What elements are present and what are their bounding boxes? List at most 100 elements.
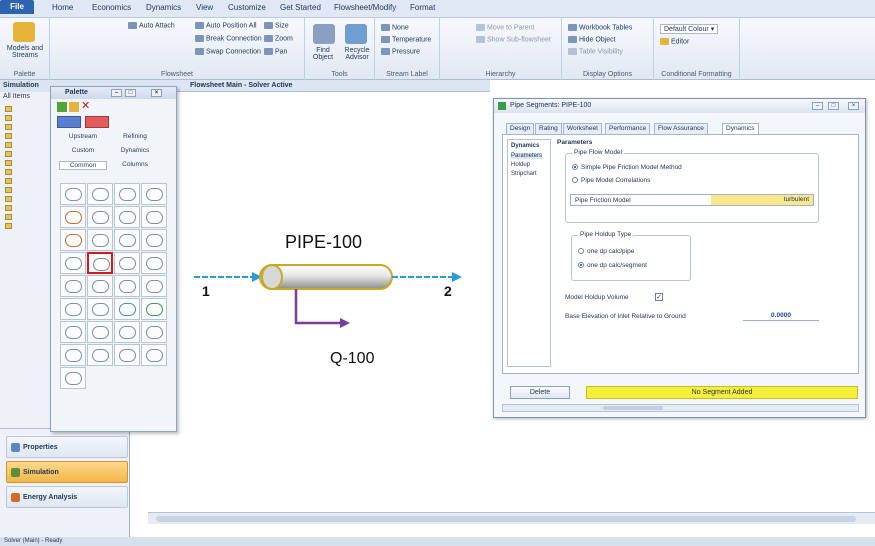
friction-model-dropdown[interactable]: turbulent (711, 195, 813, 205)
minimize-icon[interactable]: – (111, 89, 122, 97)
tab-view[interactable]: View (196, 3, 213, 12)
tree-item[interactable] (5, 214, 14, 221)
nav-properties-button[interactable]: Properties (6, 436, 128, 458)
pipe-segment-icon[interactable] (259, 264, 393, 290)
tree-item[interactable] (5, 124, 14, 131)
unit-op-tile[interactable] (87, 206, 113, 228)
tree-item[interactable] (5, 196, 14, 203)
add-icon[interactable] (57, 102, 67, 112)
tree-item[interactable] (5, 178, 14, 185)
minimize-icon[interactable]: – (812, 102, 823, 110)
unit-op-tile[interactable] (114, 275, 140, 297)
energy-stream-label[interactable]: Q-100 (330, 350, 374, 368)
auto-position-all-button[interactable]: Auto Position All (195, 22, 257, 29)
unit-op-tile[interactable] (87, 275, 113, 297)
unit-op-tile[interactable] (114, 298, 140, 320)
zoom-button[interactable]: Zoom (264, 35, 293, 42)
outlet-stream-label[interactable]: 2 (444, 283, 452, 299)
unit-op-tile[interactable] (114, 344, 140, 366)
table-visibility-button[interactable]: Table Visibility (568, 48, 623, 55)
tree-item[interactable] (5, 151, 14, 158)
models-streams-button[interactable]: Models and Streams (2, 45, 48, 59)
unit-op-tile[interactable] (114, 206, 140, 228)
unit-op-tile[interactable] (60, 367, 86, 389)
tree-item[interactable] (5, 223, 14, 230)
break-connection-button[interactable]: Break Connection (195, 35, 262, 42)
category-dynamics[interactable]: Dynamics (111, 147, 159, 154)
unit-op-tile[interactable] (141, 252, 167, 274)
find-object-icon[interactable] (313, 24, 335, 44)
recycle-advisor-icon[interactable] (345, 24, 367, 44)
dialog-scrollbar[interactable] (502, 404, 859, 412)
category-custom[interactable]: Custom (59, 147, 107, 154)
unit-op-tile[interactable] (87, 183, 113, 205)
label-pressure-option[interactable]: Pressure (381, 48, 420, 55)
delete-button[interactable]: Delete (510, 386, 570, 399)
delete-icon[interactable]: ✕ (81, 101, 90, 112)
side-nav-holdup[interactable]: Holdup (511, 162, 530, 168)
tab-economics[interactable]: Economics (92, 3, 131, 12)
unit-op-tile[interactable] (87, 344, 113, 366)
scrollbar-thumb[interactable] (156, 516, 856, 522)
swap-connection-button[interactable]: Swap Connection (195, 48, 261, 55)
category-columns[interactable]: Columns (111, 161, 159, 168)
auto-attach-button[interactable]: Auto Attach (128, 22, 175, 29)
tree-item[interactable] (5, 187, 14, 194)
outlet-stream-arrow[interactable] (392, 272, 462, 282)
elevation-input[interactable]: 0.0000 (743, 311, 819, 321)
tab-performance[interactable]: Performance (605, 123, 651, 134)
workbook-tables-button[interactable]: Workbook Tables (568, 24, 632, 31)
unit-op-tile[interactable] (141, 298, 167, 320)
category-refining[interactable]: Refining (111, 133, 159, 140)
unit-op-tile[interactable] (141, 229, 167, 251)
side-nav-stripchart[interactable]: Stripchart (511, 171, 537, 177)
size-button[interactable]: Size (264, 22, 289, 29)
unit-op-tile[interactable] (114, 252, 140, 274)
editor-button[interactable]: Editor (660, 38, 689, 45)
model-holdup-volume-checkbox[interactable]: ✓ (655, 293, 663, 301)
hide-object-button[interactable]: Hide Object (568, 36, 616, 43)
pipe-model-correlations-radio[interactable]: Pipe Model Correlations (572, 177, 650, 184)
material-stream-icon[interactable] (57, 116, 81, 128)
unit-op-tile[interactable] (87, 321, 113, 343)
unit-op-tile[interactable] (60, 321, 86, 343)
tab-get-started[interactable]: Get Started (280, 3, 321, 12)
unit-op-tile[interactable] (60, 229, 86, 251)
unit-op-tile[interactable] (114, 183, 140, 205)
label-temperature-option[interactable]: Temperature (381, 36, 431, 43)
unit-op-tile[interactable] (87, 298, 113, 320)
unit-op-tile[interactable] (141, 321, 167, 343)
models-streams-icon[interactable] (13, 22, 35, 42)
tab-design[interactable]: Design (506, 123, 535, 134)
tab-file[interactable]: File (0, 0, 34, 14)
category-upstream[interactable]: Upstream (59, 133, 107, 140)
tab-home[interactable]: Home (52, 3, 73, 12)
tree-item[interactable] (5, 169, 14, 176)
inlet-stream-arrow[interactable] (194, 272, 262, 282)
side-nav-parameters[interactable]: Parameters (511, 153, 543, 159)
label-none-option[interactable]: None (381, 24, 409, 31)
tab-dynamics[interactable]: Dynamics (146, 3, 181, 12)
horizontal-scrollbar[interactable] (148, 512, 875, 524)
unit-op-tile[interactable] (114, 229, 140, 251)
tree-item[interactable] (5, 160, 14, 167)
tree-item[interactable] (5, 115, 14, 122)
find-object-button[interactable]: Find Object (307, 47, 339, 61)
default-colour-dropdown[interactable]: Default Colour ▾ (660, 24, 719, 34)
inlet-stream-label[interactable]: 1 (202, 283, 210, 299)
category-common[interactable]: Common (59, 161, 107, 170)
pan-button[interactable]: Pan (264, 48, 287, 55)
nav-energy-analysis-button[interactable]: Energy Analysis (6, 486, 128, 508)
unit-op-tile[interactable] (114, 321, 140, 343)
unit-op-tile[interactable] (141, 206, 167, 228)
unit-op-tile[interactable] (141, 183, 167, 205)
unit-op-tile[interactable] (87, 229, 113, 251)
unit-op-tile[interactable] (60, 252, 86, 274)
nav-simulation-button[interactable]: Simulation (6, 461, 128, 483)
show-subflowsheet-button[interactable]: Show Sub-flowsheet (476, 36, 551, 43)
tab-flow-assurance[interactable]: Flow Assurance (654, 123, 708, 134)
close-icon[interactable]: × (151, 89, 162, 97)
tab-customize[interactable]: Customize (228, 3, 266, 12)
unit-op-tile[interactable] (141, 344, 167, 366)
simple-friction-radio[interactable]: Simple Pipe Friction Model Method (572, 164, 682, 171)
